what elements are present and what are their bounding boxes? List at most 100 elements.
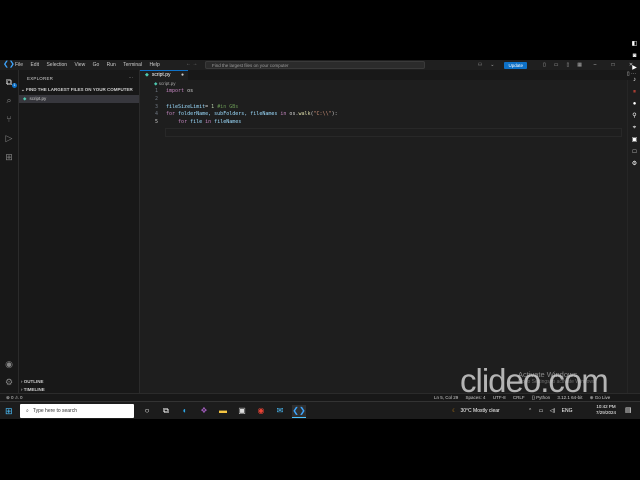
task-view-icon[interactable]: ⧉ [159,405,173,417]
layout-sidebar-icon[interactable]: ▯ [543,62,546,68]
title-bar: ❮❯ File Edit Selection View Go Run Termi… [0,60,640,70]
menu-run[interactable]: Run [107,62,116,68]
notification-icon[interactable]: ▤ [625,406,632,414]
clideo-watermark: clideo.com [460,362,609,399]
customize-layout-icon[interactable]: ▦ [577,62,582,68]
edge-icon[interactable]: ◐ [178,405,192,417]
extensions-icon[interactable]: ⊞ [3,151,15,163]
code-token: for [178,119,188,126]
copilot-app-icon[interactable]: ❖ [197,405,211,417]
line-number: 4 [154,111,158,118]
windows-start-icon[interactable]: ⊞ [5,406,13,417]
code-token: os [184,88,194,94]
clock-date: 7/29/2024 [596,410,617,415]
menu-terminal[interactable]: Terminal [123,62,142,68]
taskbar-search[interactable]: ⌕ Type here to search [20,404,134,418]
maximize-icon[interactable]: □ [604,62,622,68]
language-indicator[interactable]: ENG [562,408,573,414]
file-explorer-icon[interactable]: ▬ [216,405,230,417]
unsaved-dot-icon[interactable]: ● [181,71,184,80]
pin-icon[interactable]: ◧ [630,40,639,49]
recorder-settings-icon[interactable]: ⚙ [630,160,639,169]
outline-label: OUTLINE [23,379,44,384]
system-tray: ⌃ ▭ ◁) ENG [528,406,577,416]
chevron-down-icon[interactable]: ⌄ [490,62,494,68]
menu-help[interactable]: Help [149,62,159,68]
tab-label: script.py [151,72,171,78]
workspace-folder[interactable]: ⌄ FIND THE LARGEST FILES ON YOUR COMPUTE… [21,87,139,93]
file-label: script.py [29,96,47,101]
command-center-search[interactable]: Find the largest files on your computer [205,61,425,69]
code-token: import [166,88,185,94]
file-item-script-py[interactable]: ◆ script.py [19,95,139,103]
store-icon[interactable]: ▣ [235,405,249,417]
layout-panel-icon[interactable]: ▭ [554,62,559,68]
explorer-badge: 1 [12,83,17,88]
timeline-section[interactable]: › TIMELINE [21,387,45,392]
update-button[interactable]: Update [504,61,527,69]
layout-secondary-icon[interactable]: ▯ [567,62,570,68]
cortana-icon[interactable]: ○ [140,405,154,417]
breadcrumb-file: script.py [158,81,176,86]
search-icon: ⌕ [26,408,29,414]
account-icon[interactable]: ◉ [3,358,15,370]
clock[interactable]: 10:42 PM 7/29/2024 [596,404,616,416]
code-token: os. [286,111,299,118]
video-icon[interactable]: ▶ [630,64,639,73]
mic-icon[interactable]: ⚲ [630,112,639,121]
taskbar-search-placeholder: Type here to search [32,408,78,414]
run-debug-icon[interactable]: ▷ [3,132,15,144]
record-icon[interactable]: ● [630,100,639,109]
timeline-label: TIMELINE [23,387,45,392]
settings-gear-icon[interactable]: ⚙ [3,376,15,388]
line-number: 5 [154,119,158,126]
python-file-icon: ◆ [145,72,149,78]
source-control-icon[interactable]: ⑂ [3,113,15,125]
menu-view[interactable]: View [74,62,85,68]
vscode-taskbar-icon[interactable]: ❮❯ [292,405,306,418]
title-bar-right: ⚇ ⌄ Update ▯ ▭ ▯ ▦ – □ ✕ [474,60,640,70]
code-text: for file in fileNames [166,118,241,126]
pause-icon[interactable]: ⏸ [630,88,639,97]
tab-script-py[interactable]: ◆ script.py ● [140,70,188,80]
nav-arrows[interactable]: ← → [186,61,197,67]
code-token: "C:\\" [313,111,332,118]
window-icon[interactable]: □ [630,148,639,157]
python-file-icon: ◆ [154,81,158,86]
tray-chevron-icon[interactable]: ⌃ [528,408,532,414]
more-actions-icon[interactable]: ··· [129,75,134,80]
weather-widget[interactable]: ☾ 30°C Mostly clear [452,406,500,416]
code-text: fileSizeLimit= 1 #in GBs [166,103,238,111]
weather-temp: 30°C [460,408,472,414]
menu-selection[interactable]: Selection [46,62,67,68]
code-token: for [166,111,176,118]
recorder-toolbar: ◧ ◙ ▶ ♪ ⏸ ● ⚲ ⌖ ▣ □ ⚙ [629,40,640,172]
search-icon[interactable]: ⌕ [3,94,15,106]
network-icon[interactable]: ▭ [539,408,544,414]
cursor-position[interactable]: Ln 5, Col 29 [434,395,458,400]
explorer-icon[interactable]: ⧉ 1 [3,76,17,88]
volume-icon[interactable]: ◁) [550,408,556,414]
menu-file[interactable]: File [15,62,23,68]
line-number: 1 [154,88,158,94]
editor-tabs: ◆ script.py ● ▯ ··· [140,70,640,80]
camera-icon[interactable]: ◙ [630,52,639,61]
menu-bar: File Edit Selection View Go Run Terminal… [15,62,166,68]
copilot-icon[interactable]: ⚇ [478,62,482,68]
sound-icon[interactable]: ♪ [630,76,639,85]
windows-taskbar: ⊞ ⌕ Type here to search ○ ⧉ ◐ ❖ ▬ ▣ ◉ ✉ ❮… [0,401,640,419]
mail-icon[interactable]: ✉ [273,405,287,417]
menu-go[interactable]: Go [93,62,100,68]
explorer-sidebar: EXPLORER ··· ⌄ FIND THE LARGEST FILES ON… [19,70,140,410]
taskbar-apps: ○ ⧉ ◐ ❖ ▬ ▣ ◉ ✉ ❮❯ [140,405,311,418]
code-token: fileSizeLimit [166,103,206,110]
chrome-icon[interactable]: ◉ [254,405,268,417]
cursor-icon[interactable]: ⌖ [630,124,639,133]
vscode-logo-icon: ❮❯ [3,61,15,68]
minimize-icon[interactable]: – [586,62,604,68]
outline-section[interactable]: › OUTLINE [21,379,44,384]
menu-edit[interactable]: Edit [30,62,39,68]
display-icon[interactable]: ▣ [630,136,639,145]
activity-bar: ⧉ 1 ⌕ ⑂ ▷ ⊞ ◉ ⚙ [0,70,19,410]
